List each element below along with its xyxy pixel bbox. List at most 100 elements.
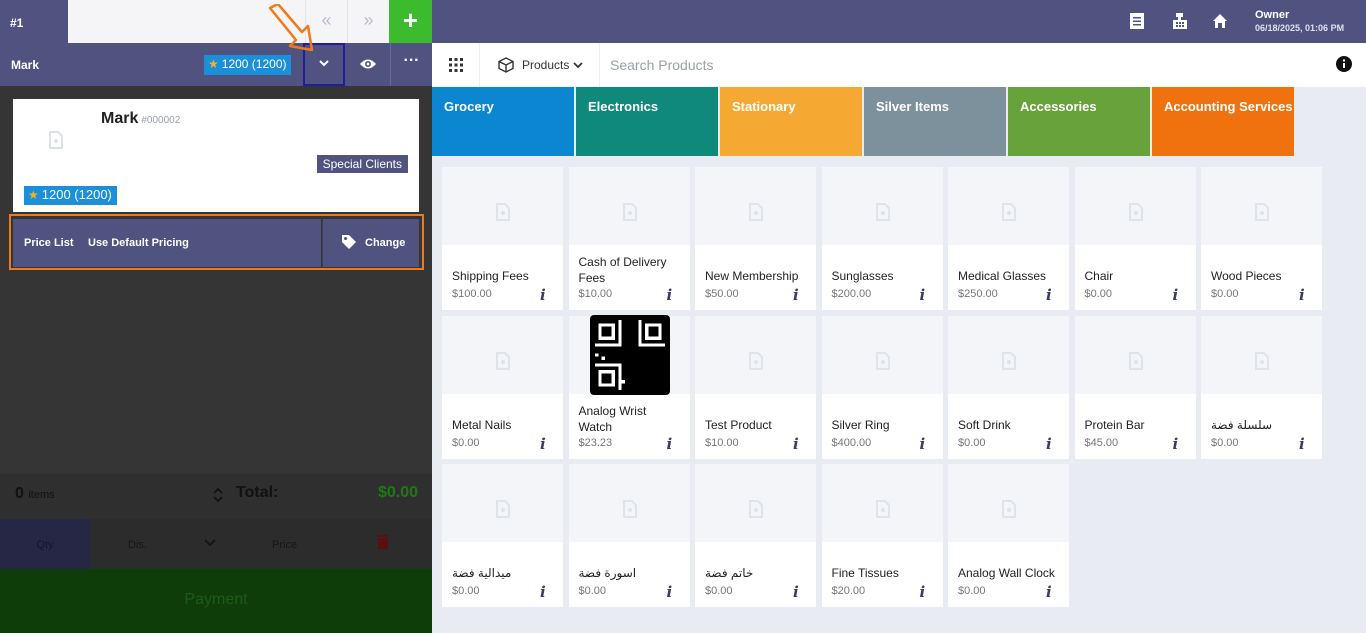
product-card[interactable]: Cash of Delivery Fees $10.00 i xyxy=(568,167,690,310)
category-tile[interactable]: Accounting Services xyxy=(1152,87,1294,156)
product-card[interactable]: Test Product $10.00 i xyxy=(695,315,816,459)
product-info-icon[interactable]: i xyxy=(793,435,799,453)
product-card[interactable]: Silver Ring $400.00 i xyxy=(821,315,943,459)
customer-id: #000002 xyxy=(141,115,181,126)
product-card[interactable]: Fine Tissues $20.00 i xyxy=(821,464,943,607)
payment-button[interactable]: Payment xyxy=(0,569,432,633)
image-placeholder-icon xyxy=(49,131,63,149)
product-card[interactable]: Sunglasses $200.00 i xyxy=(821,167,943,310)
product-price: $0.00 xyxy=(452,585,480,597)
product-card[interactable]: New Membership $50.00 i xyxy=(695,167,816,310)
image-placeholder-icon xyxy=(875,500,890,518)
product-info-icon[interactable]: i xyxy=(793,583,799,601)
product-card[interactable]: ميدالية فضة $0.00 i xyxy=(442,464,563,607)
product-card[interactable]: Soft Drink $0.00 i xyxy=(948,315,1069,459)
category-tile[interactable]: Grocery xyxy=(432,87,574,156)
image-placeholder-icon xyxy=(622,500,637,518)
image-placeholder-icon xyxy=(749,500,763,518)
product-price: $0.00 xyxy=(1084,288,1113,300)
user-info[interactable]: Owner 06/18/2025, 01:06 PM xyxy=(1255,9,1344,33)
product-info-icon[interactable]: i xyxy=(1173,435,1179,453)
receipt-icon[interactable] xyxy=(1130,13,1144,29)
top-bar: Owner 06/18/2025, 01:06 PM xyxy=(432,0,1366,43)
product-image xyxy=(948,464,1069,542)
product-image xyxy=(1074,167,1196,245)
product-card[interactable]: Analog Wall Clock $0.00 i xyxy=(948,464,1069,607)
chevron-down-icon[interactable] xyxy=(204,539,216,547)
product-card[interactable]: Chair $0.00 i xyxy=(1074,167,1196,310)
product-image xyxy=(821,315,943,394)
add-session-button[interactable]: + xyxy=(389,0,432,43)
product-card[interactable]: Medical Glasses $250.00 i xyxy=(948,167,1069,310)
category-tile[interactable]: Electronics xyxy=(576,87,718,156)
product-name: Protein Bar xyxy=(1084,417,1145,432)
chevron-down-icon xyxy=(319,60,329,67)
search-scope-dropdown[interactable]: Products xyxy=(482,43,600,87)
trash-icon[interactable] xyxy=(376,533,390,549)
tag-icon xyxy=(342,235,356,249)
product-info-icon[interactable]: i xyxy=(1046,435,1052,453)
search-scope-label: Products xyxy=(522,58,570,72)
grid-view-button[interactable] xyxy=(432,43,480,87)
col-discount[interactable]: Dis. xyxy=(128,539,147,551)
product-card[interactable]: خاتم فضة $0.00 i xyxy=(695,464,816,607)
product-info-icon[interactable]: i xyxy=(1173,286,1179,304)
product-info-icon[interactable]: i xyxy=(667,286,673,304)
info-icon[interactable] xyxy=(1336,56,1352,72)
col-qty[interactable]: Qty xyxy=(0,519,90,569)
product-info-icon[interactable]: i xyxy=(920,435,926,453)
product-image xyxy=(1201,167,1322,245)
next-session-button[interactable]: » xyxy=(347,0,389,43)
product-info-icon[interactable]: i xyxy=(1046,286,1052,304)
cart-totals: 0 items Total: $0.00 xyxy=(0,474,432,519)
product-price: $0.00 xyxy=(705,585,733,597)
product-image xyxy=(442,464,563,542)
product-card[interactable]: Shipping Fees $100.00 i xyxy=(442,167,563,310)
view-customer-button[interactable] xyxy=(346,43,390,86)
home-icon[interactable] xyxy=(1212,13,1228,29)
product-name: Wood Pieces xyxy=(1211,269,1282,283)
session-tab[interactable]: #1 xyxy=(0,0,68,43)
category-tile[interactable]: Silver Items xyxy=(864,87,1006,156)
product-name: Sunglasses xyxy=(831,269,894,283)
product-info-icon[interactable]: i xyxy=(540,583,546,601)
category-tile[interactable]: Accessories xyxy=(1008,87,1150,156)
cash-register-icon[interactable] xyxy=(1172,13,1188,29)
product-card[interactable]: سلسلة فضة $0.00 i xyxy=(1201,315,1322,459)
product-image xyxy=(821,464,943,542)
points-value: 1200 (1200) xyxy=(221,57,287,71)
product-image xyxy=(1201,315,1322,394)
category-tile[interactable]: Stationary xyxy=(720,87,862,156)
product-info-icon[interactable]: i xyxy=(540,435,546,453)
product-info-icon[interactable]: i xyxy=(667,583,673,601)
product-image xyxy=(948,315,1069,394)
product-info-icon[interactable]: i xyxy=(1299,286,1305,304)
product-info-icon[interactable]: i xyxy=(793,286,799,304)
change-price-list-button[interactable]: Change xyxy=(322,219,419,267)
product-name: Fine Tissues xyxy=(831,566,899,580)
search-input[interactable] xyxy=(610,49,1310,81)
product-info-icon[interactable]: i xyxy=(920,583,926,601)
sort-icon[interactable] xyxy=(213,486,223,504)
product-info-icon[interactable]: i xyxy=(667,435,673,453)
product-info-icon[interactable]: i xyxy=(1299,435,1305,453)
product-card[interactable]: اسورة فضة $0.00 i xyxy=(568,464,690,607)
col-price[interactable]: Price xyxy=(272,539,297,551)
product-card[interactable]: Protein Bar $45.00 i xyxy=(1074,315,1196,459)
product-card[interactable]: Wood Pieces $0.00 i xyxy=(1201,167,1322,310)
product-card[interactable]: Metal Nails $0.00 i xyxy=(442,315,563,459)
more-options-button[interactable]: ··· xyxy=(390,43,432,86)
image-placeholder-icon xyxy=(496,351,510,370)
product-price: $10.00 xyxy=(578,288,613,300)
product-name: سلسلة فضة xyxy=(1211,417,1273,432)
product-info-icon[interactable]: i xyxy=(920,286,926,304)
product-info-icon[interactable]: i xyxy=(1046,583,1052,601)
total-value: $0.00 xyxy=(377,484,418,501)
customer-name[interactable]: Mark xyxy=(11,58,39,72)
product-info-icon[interactable]: i xyxy=(540,286,546,304)
product-name: Silver Ring xyxy=(831,417,890,432)
customer-card: Mark #000002 Special Clients ★ 1200 (1200) xyxy=(13,99,419,212)
image-placeholder-icon xyxy=(749,351,763,370)
customer-points-badge: ★ 1200 (1200) xyxy=(24,186,117,205)
product-image xyxy=(695,464,816,542)
